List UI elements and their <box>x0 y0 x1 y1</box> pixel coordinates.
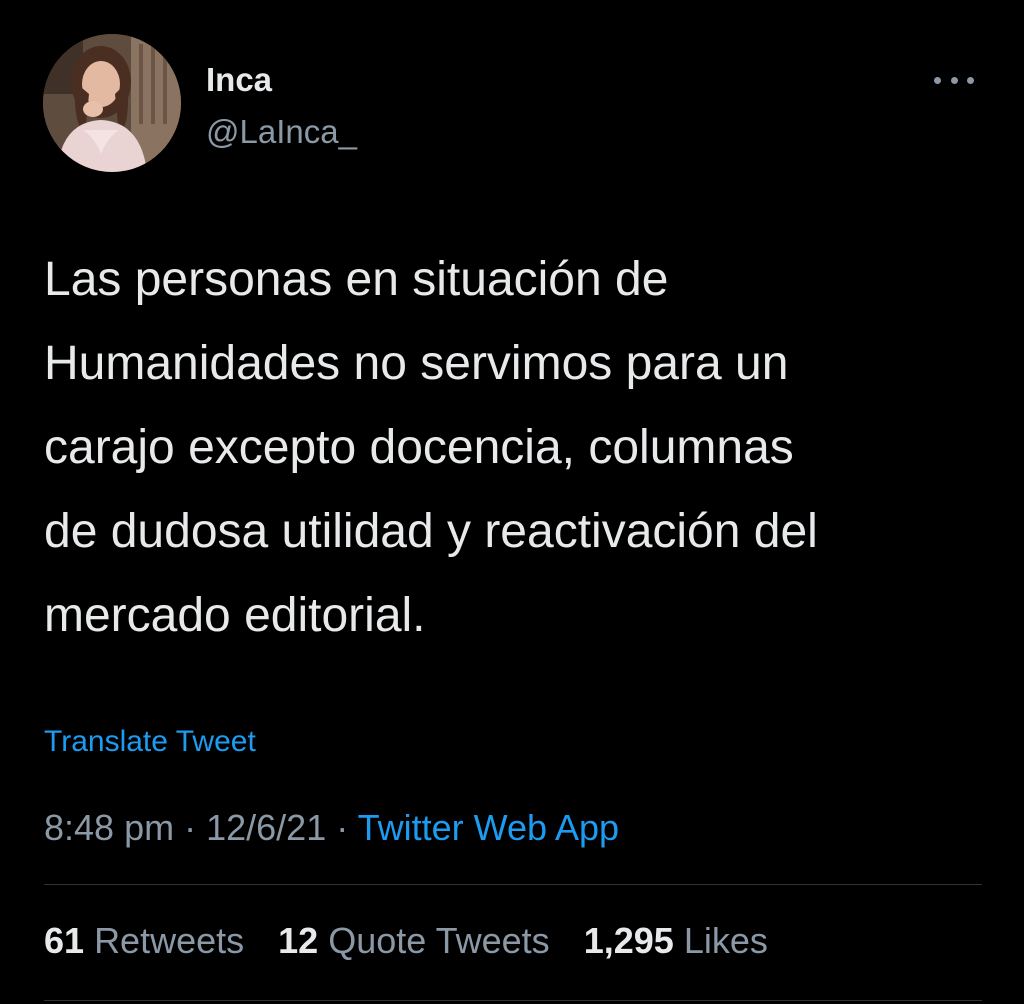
more-horizontal-icon-dot <box>950 76 958 84</box>
tweet-source-link[interactable]: Twitter Web App <box>358 807 619 848</box>
retweets-stat[interactable]: 61 Retweets <box>44 920 244 961</box>
tweet-text-line: Las personas en situación de <box>44 253 669 306</box>
author-handle[interactable]: @LaInca_ <box>206 112 357 152</box>
tweet-stats: 61 Retweets 12 Quote Tweets 1,295 Likes <box>44 918 792 964</box>
tweet-metadata: 8:48 pm · 12/6/21 · Twitter Web App <box>44 805 619 851</box>
meta-separator: · <box>184 807 197 848</box>
retweets-count: 61 <box>44 920 85 961</box>
tweet-text: Las personas en situación de Humanidades… <box>44 238 1004 658</box>
quote-tweets-stat[interactable]: 12 Quote Tweets <box>278 920 550 961</box>
avatar-image <box>43 34 181 172</box>
author-display-name[interactable]: Inca <box>206 60 272 100</box>
tweet-text-line: mercado editorial. <box>44 589 426 642</box>
tweet-text-line: carajo excepto docencia, columnas <box>44 421 794 474</box>
divider <box>44 884 982 885</box>
likes-count: 1,295 <box>583 920 674 961</box>
more-horizontal-icon <box>934 76 941 84</box>
tweet-text-line: Humanidades no servimos para un <box>44 337 789 390</box>
translate-tweet-link[interactable]: Translate Tweet <box>44 722 256 762</box>
meta-separator: · <box>336 807 349 848</box>
tweet-date[interactable]: 12/6/21 <box>206 807 326 848</box>
avatar[interactable] <box>43 34 181 172</box>
likes-stat[interactable]: 1,295 Likes <box>584 920 768 961</box>
retweets-label: Retweets <box>94 920 245 961</box>
likes-label: Likes <box>683 920 768 961</box>
quote-tweets-label: Quote Tweets <box>328 920 550 961</box>
more-options-button[interactable] <box>928 62 980 98</box>
tweet-detail: Inca @LaInca_ Las personas en situación … <box>0 0 1024 1004</box>
divider <box>44 1000 982 1001</box>
tweet-text-line: de dudosa utilidad y reactivación del <box>44 505 818 558</box>
more-horizontal-icon-dot <box>967 76 974 84</box>
tweet-time[interactable]: 8:48 pm <box>44 807 174 848</box>
quote-tweets-count: 12 <box>278 920 319 961</box>
